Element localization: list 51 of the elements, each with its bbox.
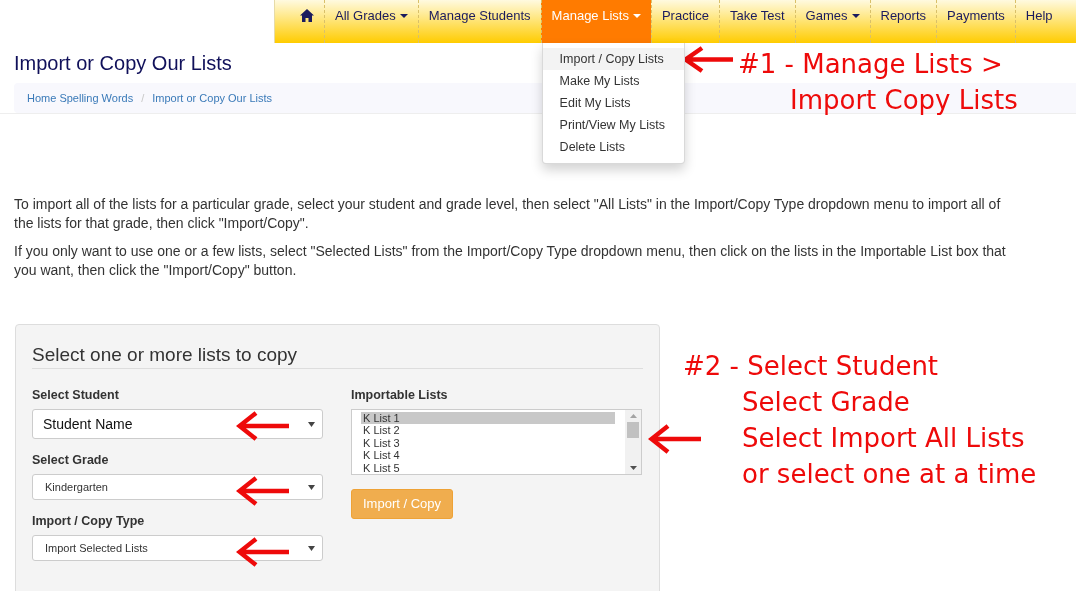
page-title: Import or Copy Our Lists: [14, 51, 232, 75]
home-icon: [300, 9, 314, 22]
list-option[interactable]: K List 4: [361, 449, 615, 462]
list-option[interactable]: K List 5: [361, 461, 615, 475]
listbox-field[interactable]: K List 1 K List 2 K List 3 K List 4 K List 5: [351, 409, 642, 475]
annotation-text: #2 - Select Student: [683, 350, 939, 383]
select-field[interactable]: Student Name: [32, 409, 323, 439]
menu-item[interactable]: Make My Lists: [542, 70, 684, 92]
left-arrow-icon: [682, 46, 733, 73]
menu-item[interactable]: Edit My Lists: [542, 92, 684, 114]
left-arrow-icon: [236, 537, 289, 567]
nav-link[interactable]: Reports: [869, 0, 937, 43]
nav-link[interactable]: All Grades: [324, 0, 418, 43]
nav-link[interactable]: Games: [794, 0, 870, 43]
menu-item[interactable]: Import / Copy Lists: [542, 48, 684, 70]
select-field[interactable]: Import Selected Lists: [32, 535, 323, 561]
menu-item[interactable]: Print/View My Lists: [542, 114, 684, 136]
field-label: Select Student: [32, 387, 119, 404]
field-label: Import / Copy Type: [32, 513, 145, 530]
annotation-text: #1 - Manage Lists >: [738, 48, 1003, 81]
nav-link[interactable]: Payments: [936, 0, 1015, 43]
left-arrow-icon: [236, 476, 289, 506]
left-arrow-icon: [236, 411, 289, 441]
breadcrumb-link[interactable]: Import or Copy Our Lists: [152, 89, 273, 107]
annotation-text: Select Grade: [742, 386, 910, 419]
caret-icon: [308, 421, 315, 427]
annotation-text: Import Copy Lists: [790, 84, 1018, 117]
scrollbar-thumb[interactable]: [627, 422, 639, 438]
instruction-text: To import all of the lists for a particular grade, select your student and grade level, then select "All Lists" in the Import/Copy Type dropdown menu to import all of the lists for that grade, then click "Import/Copy".: [14, 195, 1002, 233]
list-option[interactable]: K List 2: [361, 424, 615, 437]
field-label: Importable Lists: [351, 387, 448, 404]
nav-link[interactable]: Manage Students: [417, 0, 541, 43]
breadcrumb-link[interactable]: Home Spelling Words: [27, 89, 134, 107]
list-option[interactable]: K List 1: [361, 412, 615, 425]
nav-link[interactable]: Practice: [650, 0, 719, 43]
field-label: Select Grade: [32, 452, 109, 469]
nav-link[interactable]: Help: [1014, 0, 1063, 43]
caret-icon: [308, 545, 315, 551]
annotation-text: Select Import All Lists: [742, 422, 1025, 455]
scroll-down-icon: [629, 466, 637, 470]
instruction-text: If you only want to use one or a few lists, select "Selected Lists" from the Import/Copy Type dropdown menu, then click on the lists in the Importable List box that you want, then click the "Import/Copy" button.: [14, 242, 1007, 280]
left-arrow-icon: [648, 424, 701, 454]
select-field[interactable]: Kindergarten: [32, 474, 323, 500]
annotation-text: or select one at a time: [742, 458, 1037, 491]
panel-heading: Select one or more lists to copy: [32, 343, 643, 369]
nav-link[interactable]: Take Test: [718, 0, 795, 43]
scroll-up-icon: [629, 414, 637, 418]
breadcrumb-separator: /: [140, 90, 146, 106]
caret-icon: [308, 484, 315, 490]
menu-item[interactable]: Delete Lists: [542, 136, 684, 158]
list-option[interactable]: K List 3: [361, 436, 615, 450]
